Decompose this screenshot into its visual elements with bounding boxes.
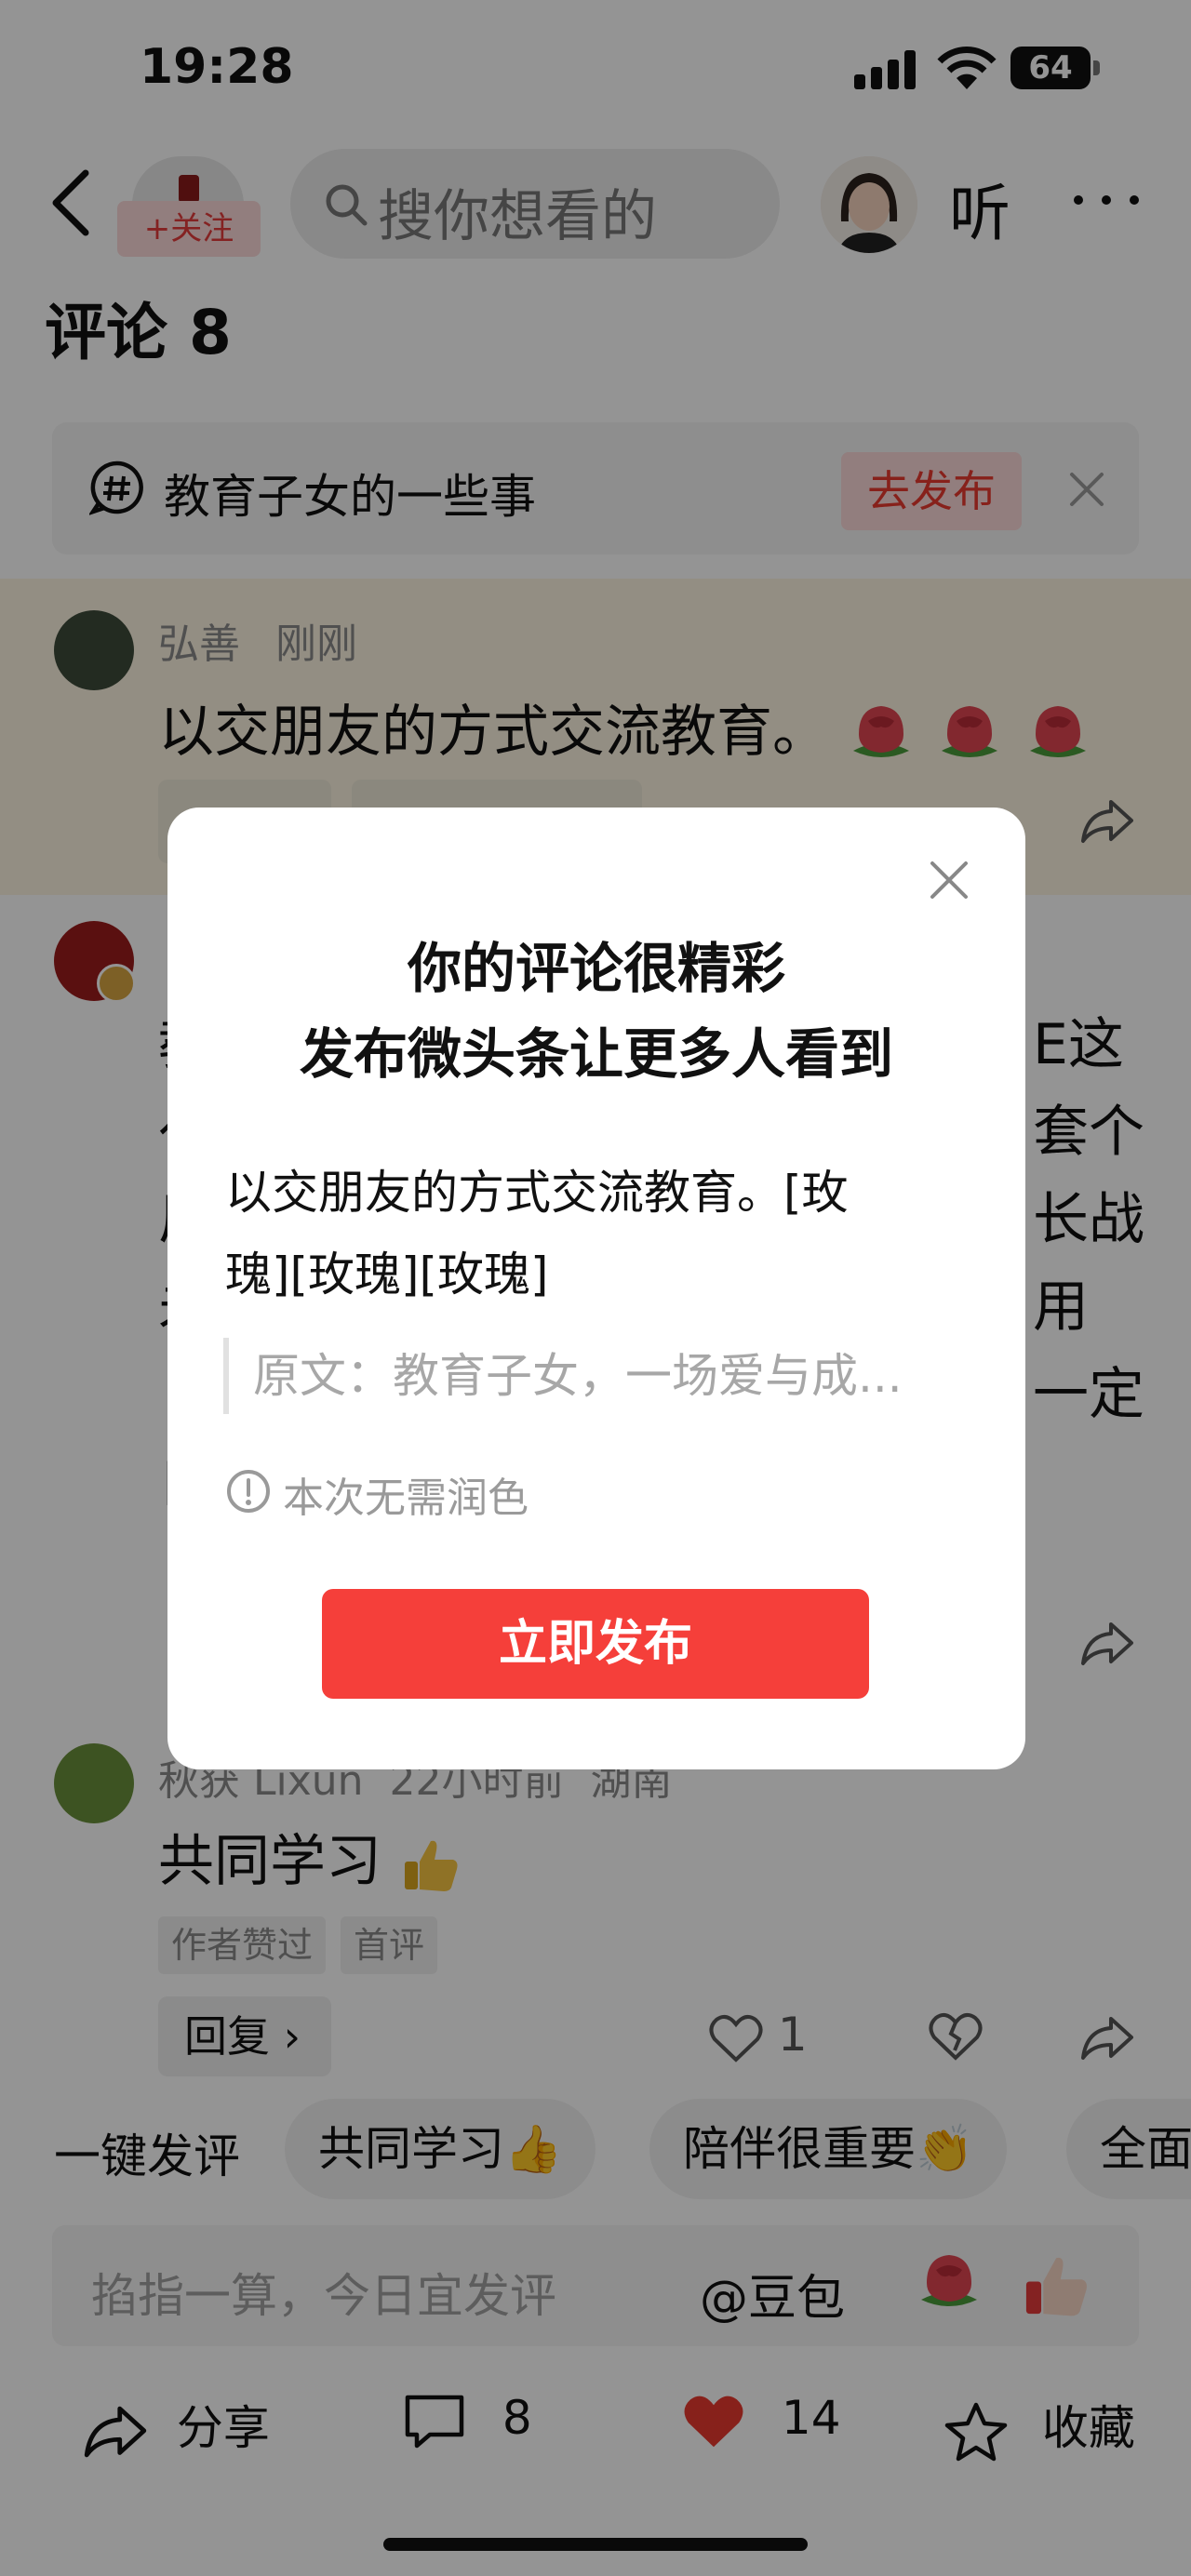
original-quote: 原文：教育子女，一场爱与成...	[223, 1338, 973, 1414]
dialog-title-line1: 你的评论很精彩	[407, 937, 785, 1000]
info-icon	[227, 1470, 270, 1513]
no-polish-note: 本次无需润色	[283, 1475, 529, 1522]
publish-now-button[interactable]: 立即发布	[322, 1589, 869, 1699]
dialog-comment-text: 以交朋友的方式交流教育。[玫 瑰][玫瑰][玫瑰]	[225, 1152, 970, 1315]
close-icon[interactable]	[929, 860, 970, 901]
dialog-title-line2: 发布微头条让更多人看到	[299, 1022, 893, 1086]
dialog-body-line2: 瑰][玫瑰][玫瑰]	[225, 1248, 549, 1301]
dialog-body-line1: 以交朋友的方式交流教育。[玫	[225, 1166, 849, 1220]
publish-dialog: 你的评论很精彩 发布微头条让更多人看到 以交朋友的方式交流教育。[玫 瑰][玫瑰…	[167, 808, 1025, 1769]
